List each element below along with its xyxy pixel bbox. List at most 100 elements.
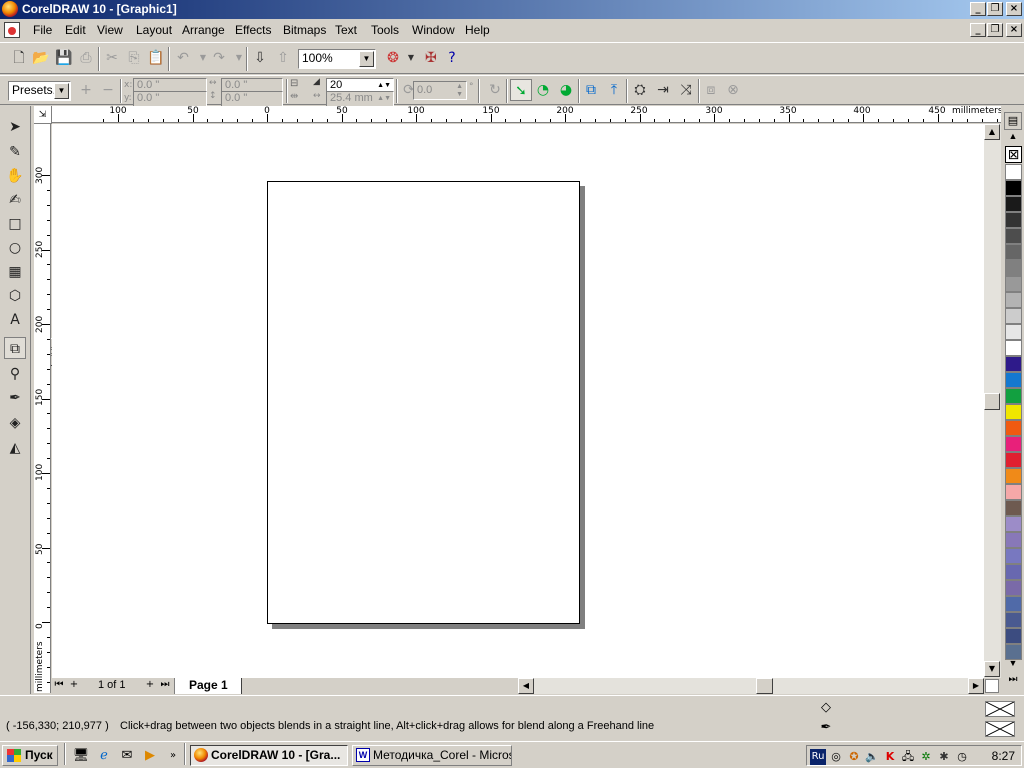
color-swatch[interactable] xyxy=(1005,452,1022,468)
palette-menu-icon[interactable]: ▤ xyxy=(1004,112,1022,130)
menu-file[interactable]: File xyxy=(33,23,52,37)
eyedropper-tool-icon[interactable]: ⚲ xyxy=(4,363,26,385)
chevron-down-icon[interactable]: ▼ xyxy=(359,51,374,67)
menu-tools[interactable]: Tools xyxy=(371,23,399,37)
no-color-swatch[interactable]: ⊠ xyxy=(1005,146,1022,163)
horizontal-scroll-thumb[interactable] xyxy=(756,678,773,694)
redo-icon[interactable]: ↷ xyxy=(208,47,230,69)
drawing-page[interactable] xyxy=(267,181,580,624)
menu-arrange[interactable]: Arrange xyxy=(182,23,225,37)
color-swatch[interactable] xyxy=(1005,260,1022,276)
color-swatch[interactable] xyxy=(1005,372,1022,388)
menu-layout[interactable]: Layout xyxy=(136,23,172,37)
color-swatch[interactable] xyxy=(1005,484,1022,500)
network-icon[interactable]: 🖧 xyxy=(900,749,916,765)
page-tab[interactable]: Page 1 xyxy=(174,678,242,694)
ellipse-tool-icon[interactable]: ○ xyxy=(4,237,26,259)
remove-preset-icon[interactable]: − xyxy=(97,79,119,101)
fill-tool-icon[interactable]: ◈ xyxy=(4,412,26,434)
more-quicklaunch-icon[interactable]: » xyxy=(164,747,182,765)
horizontal-ruler[interactable]: 100 50 0 50 100 150 200 250 300 350 400 … xyxy=(52,106,1001,123)
clear-blend-icon[interactable]: ⊗ xyxy=(722,79,744,101)
spinner-icon[interactable]: ▲▼ xyxy=(377,92,391,105)
coreldraw-app-icon[interactable] xyxy=(2,1,18,17)
color-swatch[interactable] xyxy=(1005,468,1022,484)
drawing-canvas[interactable] xyxy=(52,124,984,678)
show-desktop-icon[interactable]: 🖥 xyxy=(72,747,90,765)
corel-online-icon[interactable]: ✠ xyxy=(420,47,442,69)
color-swatch[interactable] xyxy=(1005,436,1022,452)
ruler-origin-corner[interactable]: ⇲ xyxy=(34,106,52,124)
add-preset-icon[interactable]: + xyxy=(75,79,97,101)
doc-restore-button[interactable]: ❐ xyxy=(987,23,1003,37)
color-swatch[interactable] xyxy=(1005,180,1022,196)
blend-steps-icon[interactable]: ⊟ xyxy=(290,78,308,90)
print-icon[interactable]: ⎙ xyxy=(75,47,97,69)
color-swatch[interactable] xyxy=(1005,596,1022,612)
color-swatch[interactable] xyxy=(1005,356,1022,372)
minimize-button[interactable]: _ xyxy=(970,2,986,16)
menu-bitmaps[interactable]: Bitmaps xyxy=(283,23,326,37)
loop-blend-icon[interactable]: ↻ xyxy=(484,79,506,101)
task-coreldraw[interactable]: CorelDRAW 10 - [Gra... xyxy=(190,745,348,766)
spinner-icon[interactable]: ▲▼ xyxy=(456,83,463,99)
outlook-express-icon[interactable]: ✉ xyxy=(118,747,136,765)
antivirus-icon[interactable]: K xyxy=(882,749,898,765)
tray-app-icon[interactable]: ✪ xyxy=(846,749,862,765)
color-swatch[interactable] xyxy=(1005,404,1022,420)
zoom-level-select[interactable]: 100% ▼ xyxy=(298,49,376,69)
hand-tool-icon[interactable]: ✋ xyxy=(4,165,26,187)
misc-blend-options-icon[interactable]: ⛭ xyxy=(629,79,651,101)
palette-scroll-down-icon[interactable]: ▼ xyxy=(1006,659,1020,669)
color-swatch[interactable] xyxy=(1005,612,1022,628)
blend-acceleration-icon[interactable]: ⤒ xyxy=(603,79,625,101)
scroll-right-icon[interactable]: ▶ xyxy=(968,678,984,694)
menu-view[interactable]: View xyxy=(97,23,123,37)
tray-utility-icon[interactable]: ✲ xyxy=(918,749,934,765)
internet-explorer-icon[interactable]: ℯ xyxy=(95,747,113,765)
menu-effects[interactable]: Effects xyxy=(235,23,271,37)
language-indicator[interactable]: Ru xyxy=(810,749,826,765)
doc-minimize-button[interactable]: _ xyxy=(970,23,986,37)
blend-spacing-icon[interactable]: ⇹ xyxy=(290,91,308,103)
add-page-before-icon[interactable]: + xyxy=(67,678,81,693)
interactive-blend-tool-icon[interactable]: ⧉ xyxy=(4,337,26,359)
freehand-tool-icon[interactable]: ✍ xyxy=(4,189,26,211)
menu-help[interactable]: Help xyxy=(465,23,490,37)
chevron-down-icon[interactable]: ▼ xyxy=(54,83,69,99)
color-swatch[interactable] xyxy=(1005,388,1022,404)
color-swatch[interactable] xyxy=(1005,324,1022,340)
export-icon[interactable]: ⇧ xyxy=(272,47,294,69)
color-swatch[interactable] xyxy=(1005,500,1022,516)
outline-color-swatch[interactable] xyxy=(985,721,1015,737)
tray-disc-icon[interactable]: ◎ xyxy=(828,749,844,765)
palette-scroll-up-icon[interactable]: ▲ xyxy=(1006,132,1020,142)
blend-spacing-field[interactable]: 25.4 mm ▲▼ xyxy=(326,91,394,107)
task-word-document[interactable]: W Методичка_Corel - Micros... xyxy=(352,745,512,766)
shape-tool-icon[interactable]: ✎ xyxy=(4,141,26,163)
close-button[interactable]: × xyxy=(1006,2,1022,16)
cut-icon[interactable]: ✂ xyxy=(101,47,123,69)
color-swatch[interactable] xyxy=(1005,580,1022,596)
y-position-field[interactable]: 0.0 " xyxy=(133,91,207,107)
tray-bug-icon[interactable]: ✱ xyxy=(936,749,952,765)
palette-expand-icon[interactable]: ⏭ xyxy=(1006,674,1020,688)
object-color-acceleration-icon[interactable]: ⧉ xyxy=(580,79,602,101)
color-swatch[interactable] xyxy=(1005,228,1022,244)
scroll-up-icon[interactable]: ▲ xyxy=(984,124,1000,140)
scroll-left-icon[interactable]: ◀ xyxy=(518,678,534,694)
copy-icon[interactable]: ⎘ xyxy=(123,47,145,69)
outline-tool-icon[interactable]: ✒ xyxy=(4,387,26,409)
color-swatch[interactable] xyxy=(1005,244,1022,260)
color-swatch[interactable] xyxy=(1005,308,1022,324)
save-icon[interactable]: 💾 xyxy=(53,47,75,69)
paste-icon[interactable]: 📋 xyxy=(145,47,167,69)
tray-clock-icon[interactable]: ◷ xyxy=(954,749,970,765)
menu-window[interactable]: Window xyxy=(412,23,455,37)
volume-icon[interactable]: 🔈 xyxy=(864,749,880,765)
counterclockwise-blend-icon[interactable]: ◕ xyxy=(555,79,577,101)
whats-this-help-icon[interactable]: ? xyxy=(441,47,463,69)
vertical-scrollbar[interactable]: ▲ ▼ xyxy=(984,124,1001,678)
media-player-icon[interactable]: ▶ xyxy=(141,747,159,765)
menu-text[interactable]: Text xyxy=(335,23,357,37)
